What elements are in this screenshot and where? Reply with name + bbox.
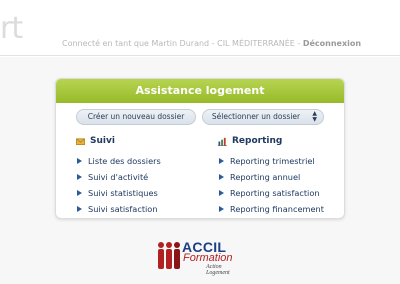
suivi-title: Suivi — [76, 135, 206, 147]
triangle-right-icon — [219, 206, 224, 212]
create-folder-button[interactable]: Créer un nouveau dossier — [76, 109, 196, 125]
top-header: rt Connecté en tant que Martin Durand - … — [0, 0, 400, 56]
reporting-section: Reporting Reporting trimestriel Reportin… — [218, 135, 343, 217]
user-name: Martin Durand — [151, 39, 210, 48]
suivi-section: Suivi Liste des dossiers Suivi d'activit… — [76, 135, 206, 217]
logo-tagline: Action Logement — [206, 264, 230, 276]
updown-arrows-icon: ▲ ▼ — [312, 110, 317, 123]
assistance-panel: Assistance logement Créer un nouveau dos… — [55, 78, 345, 219]
suivi-title-label: Suivi — [90, 136, 115, 146]
link-label: Liste des dossiers — [88, 156, 161, 166]
organization-name: CIL MÉDITERRANÉE — [217, 39, 295, 48]
site-logo-fragment: rt — [0, 11, 23, 46]
link-label: Reporting annuel — [230, 172, 301, 182]
link-liste-dossiers[interactable]: Liste des dossiers — [76, 153, 206, 169]
triangle-right-icon — [219, 174, 224, 180]
reporting-title-label: Reporting — [232, 136, 283, 146]
link-suivi-activite[interactable]: Suivi d'activité — [76, 169, 206, 185]
link-label: Suivi statistiques — [88, 188, 158, 198]
triangle-right-icon — [219, 158, 224, 164]
logo-tagline-line2: Logement — [206, 270, 230, 276]
link-reporting-satisfaction[interactable]: Reporting satisfaction — [218, 185, 343, 201]
link-label: Suivi satisfaction — [88, 204, 158, 214]
link-label: Reporting satisfaction — [230, 188, 320, 198]
user-status-line: Connecté en tant que Martin Durand - CIL… — [62, 39, 361, 48]
people-icon — [158, 242, 180, 269]
link-label: Suivi d'activité — [88, 172, 149, 182]
link-label: Reporting trimestriel — [230, 156, 315, 166]
select-folder-label: Sélectionner un dossier — [211, 112, 301, 121]
panel-title: Assistance logement — [56, 79, 344, 103]
reporting-title: Reporting — [218, 135, 343, 147]
link-reporting-annuel[interactable]: Reporting annuel — [218, 169, 343, 185]
bar-chart-icon — [218, 137, 227, 146]
link-label: Reporting financement — [230, 204, 324, 214]
logout-link[interactable]: Déconnexion — [303, 39, 361, 48]
separator: - — [297, 39, 301, 48]
triangle-right-icon — [219, 190, 224, 196]
user-prefix: Connecté en tant que — [62, 39, 149, 48]
envelope-icon — [76, 137, 85, 145]
separator: - — [211, 39, 215, 48]
select-folder-dropdown[interactable]: Sélectionner un dossier ▲ ▼ — [202, 109, 324, 125]
link-reporting-trimestriel[interactable]: Reporting trimestriel — [218, 153, 343, 169]
link-suivi-satisfaction[interactable]: Suivi satisfaction — [76, 201, 206, 217]
triangle-right-icon — [77, 174, 82, 180]
accil-formation-logo: ACCIL Formation Action Logement — [156, 237, 244, 277]
triangle-right-icon — [77, 190, 82, 196]
link-suivi-statistiques[interactable]: Suivi statistiques — [76, 185, 206, 201]
triangle-right-icon — [77, 206, 82, 212]
triangle-right-icon — [77, 158, 82, 164]
link-reporting-financement[interactable]: Reporting financement — [218, 201, 343, 217]
logo-sub: Formation — [183, 252, 233, 264]
